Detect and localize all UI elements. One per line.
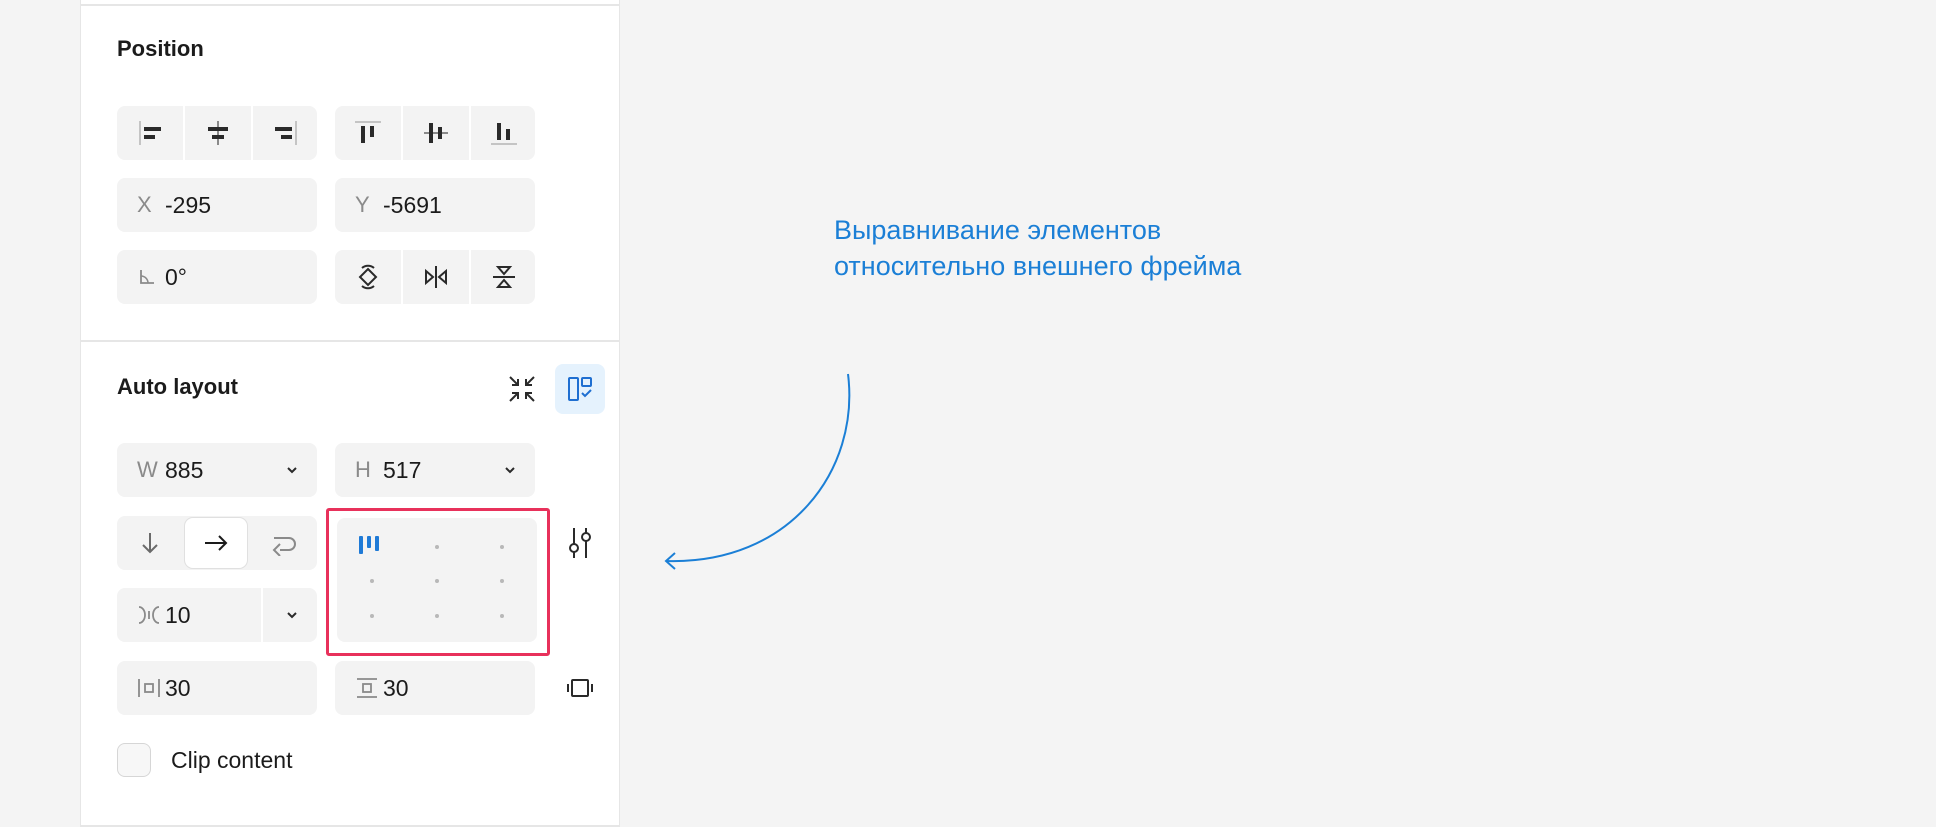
annotation-arrow [664, 373, 851, 570]
